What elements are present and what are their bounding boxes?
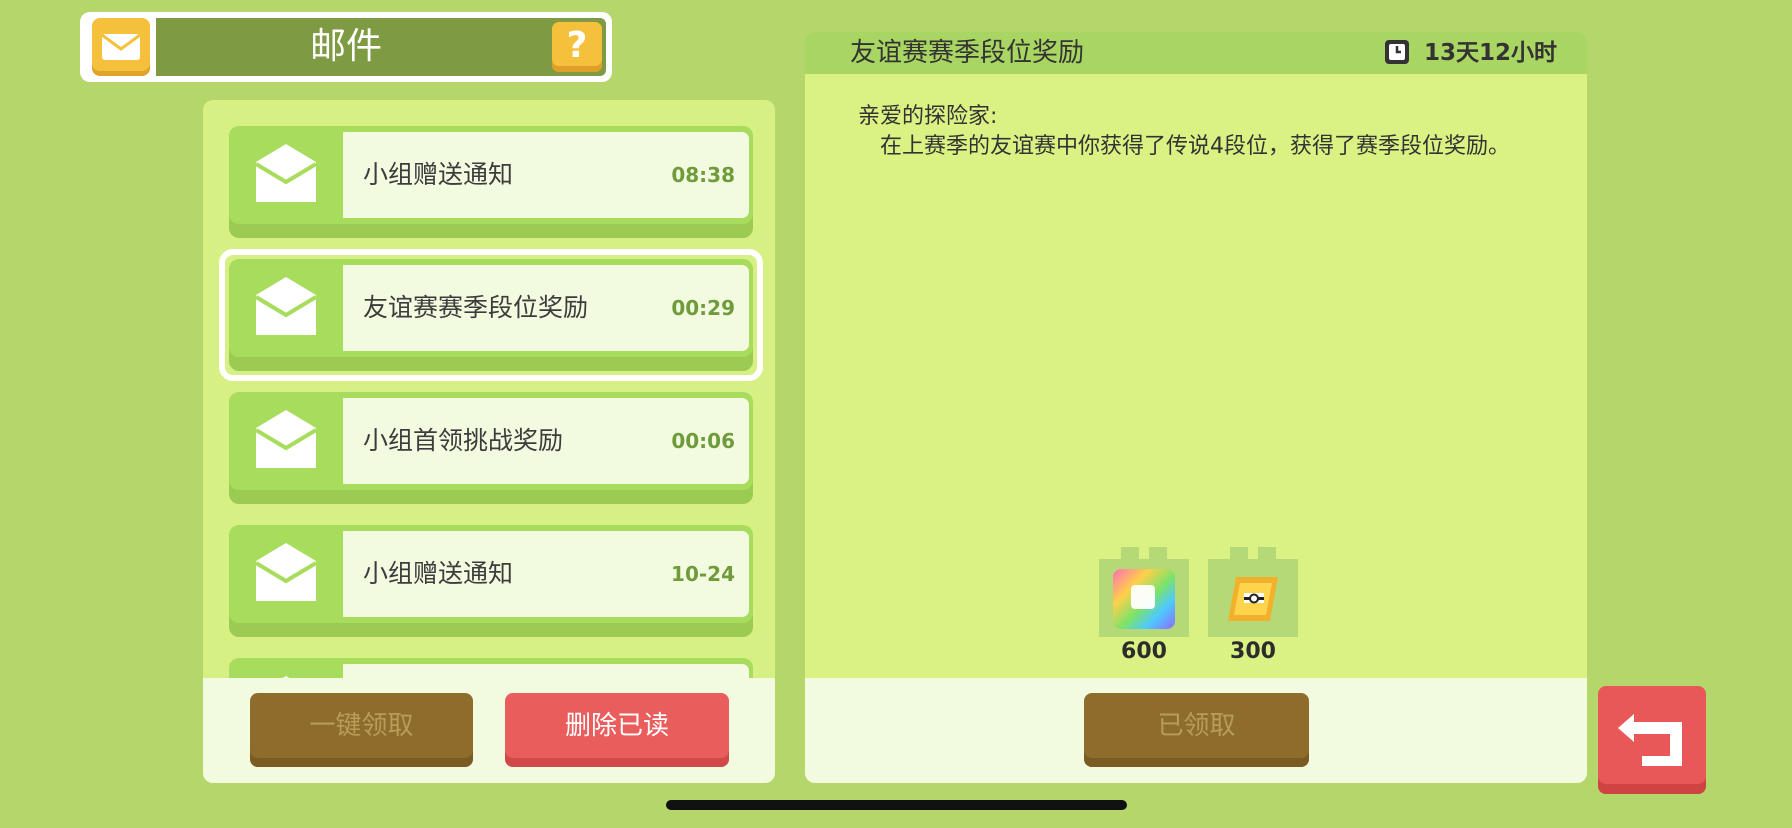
mail-time: 00:06: [671, 429, 735, 453]
mail-list[interactable]: 小组赠送通知 08:38 友谊赛赛季段位奖励 00:29 小组首领挑战奖励 00…: [203, 100, 775, 678]
mail-item[interactable]: 小组赠送通知 10-24: [229, 525, 753, 637]
detail-title: 友谊赛赛季段位奖励: [850, 38, 1085, 68]
mail-header: 邮件 ?: [80, 12, 612, 82]
envelope-icon: [254, 144, 318, 202]
mail-item-selected[interactable]: 友谊赛赛季段位奖励 00:29: [219, 249, 763, 381]
mail-message: 亲爱的探险家: 在上赛季的友谊赛中你获得了传说4段位，获得了赛季段位奖励。: [858, 102, 1538, 162]
mail-title: 小组首领挑战奖励: [363, 426, 564, 455]
ticket-icon: [1222, 569, 1284, 629]
mail-title: 友谊赛赛季段位奖励: [363, 293, 589, 322]
mail-tab[interactable]: [86, 18, 156, 76]
mail-icon: [92, 18, 150, 76]
gift-box: [1099, 547, 1189, 637]
delete-read-button[interactable]: 删除已读: [505, 693, 729, 767]
mail-title: 小组赠送通知: [363, 160, 514, 189]
mail-item[interactable]: 小组赠送通知 08:38: [229, 126, 753, 238]
reward-count: 600: [1121, 639, 1167, 664]
claimed-button[interactable]: 已领取: [1084, 693, 1309, 767]
mail-time: 08:38: [671, 163, 735, 187]
mail-item-partial[interactable]: [229, 658, 753, 678]
clock-icon: [1385, 40, 1409, 64]
back-button[interactable]: [1598, 686, 1706, 794]
message-body: 在上赛季的友谊赛中你获得了传说4段位，获得了赛季段位奖励。: [880, 134, 1510, 159]
page-title: 邮件: [309, 26, 382, 67]
home-indicator[interactable]: [666, 800, 1127, 810]
mail-detail-panel: 友谊赛赛季段位奖励 13天12小时 亲爱的探险家: 在上赛季的友谊赛中你获得了传…: [805, 32, 1587, 783]
message-greeting: 亲爱的探险家:: [858, 104, 998, 129]
mail-time: 10-24: [671, 562, 735, 586]
mail-time: 00:29: [671, 296, 735, 320]
return-arrow-icon: [1618, 714, 1682, 766]
claim-all-button[interactable]: 一键领取: [250, 693, 473, 767]
envelope-icon: [254, 410, 318, 468]
gift-box: [1208, 547, 1298, 637]
reward-item[interactable]: 300: [1205, 547, 1301, 664]
expiry-time: 13天12小时: [1423, 40, 1557, 66]
envelope-icon: [254, 277, 318, 335]
help-button[interactable]: ?: [552, 22, 602, 72]
detail-footer: 已领取: [805, 678, 1587, 783]
detail-header: 友谊赛赛季段位奖励 13天12小时: [805, 32, 1587, 74]
reward-item[interactable]: 600: [1096, 547, 1192, 664]
envelope-icon: [254, 543, 318, 601]
mail-item[interactable]: 小组首领挑战奖励 00:06: [229, 392, 753, 504]
header-bar: 邮件 ?: [86, 18, 606, 76]
reward-count: 300: [1230, 639, 1276, 664]
mail-list-footer: 一键领取 删除已读: [203, 678, 775, 783]
mail-list-panel: 小组赠送通知 08:38 友谊赛赛季段位奖励 00:29 小组首领挑战奖励 00…: [203, 100, 775, 783]
rainbow-cube-icon: [1113, 569, 1175, 629]
mail-title: 小组赠送通知: [363, 559, 514, 588]
